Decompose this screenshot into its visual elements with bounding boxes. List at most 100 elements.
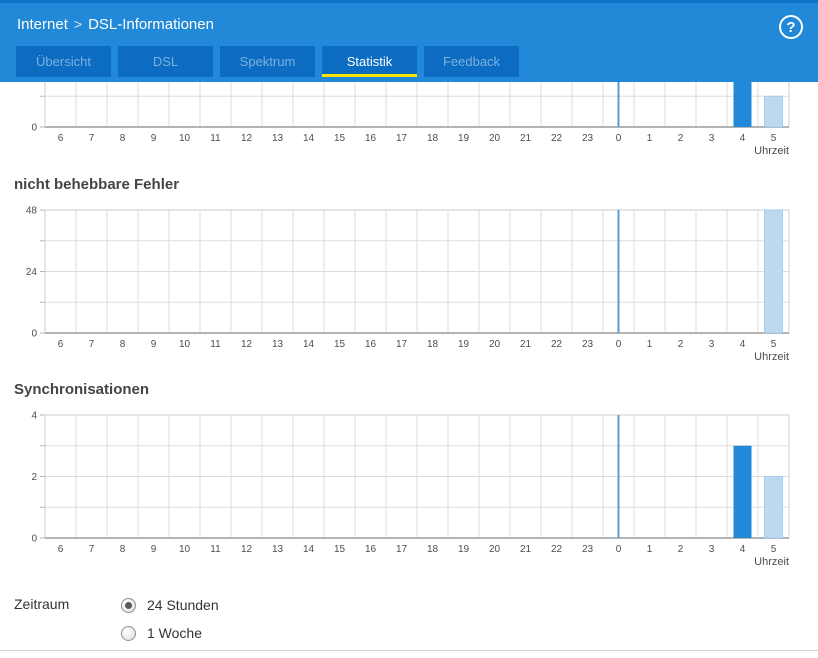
tab-statistik[interactable]: Statistik (322, 46, 417, 77)
y-tick-label: 48 (26, 206, 38, 217)
x-tick-label: 7 (89, 133, 95, 144)
tab-feedback[interactable]: Feedback (424, 46, 519, 77)
x-tick-label: 8 (120, 339, 126, 350)
x-tick-label: 20 (489, 133, 501, 144)
bar-hour-5 (765, 210, 783, 333)
x-tick-label: 12 (241, 544, 253, 555)
page: 0244867891011121314151617181920212223012… (0, 0, 818, 658)
x-tick-label: 14 (303, 544, 315, 555)
x-tick-label: 16 (365, 339, 377, 350)
x-tick-label: 21 (520, 544, 532, 555)
x-tick-label: 7 (89, 339, 95, 350)
x-tick-label: 15 (334, 544, 346, 555)
x-tick-label: 14 (303, 133, 315, 144)
x-tick-label: 2 (678, 133, 684, 144)
separator (0, 650, 818, 651)
breadcrumb-page: DSL-Informationen (88, 16, 214, 33)
x-tick-label: 20 (489, 544, 501, 555)
x-tick-label: 4 (740, 133, 746, 144)
x-tick-label: 19 (458, 133, 470, 144)
x-tick-label: 1 (647, 544, 653, 555)
x-axis-caption: Uhrzeit (754, 145, 789, 157)
x-tick-label: 10 (179, 133, 191, 144)
breadcrumb-separator: > (68, 16, 88, 32)
y-tick-label: 2 (31, 472, 37, 483)
y-tick-label: 0 (31, 329, 37, 340)
y-tick-label: 4 (31, 411, 37, 422)
x-tick-label: 12 (241, 339, 253, 350)
x-tick-label: 15 (334, 133, 346, 144)
x-tick-label: 17 (396, 133, 408, 144)
radio-option-24-stunden[interactable]: 24 Stunden (121, 597, 219, 613)
x-tick-label: 2 (678, 339, 684, 350)
x-tick-label: 4 (740, 544, 746, 555)
chart-plot: 0244867891011121314151617181920212223012… (0, 200, 818, 368)
bar-hour-5 (765, 96, 783, 127)
chart-errors-uncorrectable: 0244867891011121314151617181920212223012… (0, 200, 818, 373)
x-tick-label: 6 (58, 339, 64, 350)
x-tick-label: 11 (210, 544, 221, 555)
chart-title: Synchronisationen (14, 381, 149, 398)
y-tick-label: 24 (26, 267, 38, 278)
tab-spektrum[interactable]: Spektrum (220, 46, 315, 77)
x-tick-label: 18 (427, 339, 439, 350)
x-tick-label: 0 (616, 339, 622, 350)
x-tick-label: 9 (151, 339, 157, 350)
radio-option-label: 1 Woche (147, 625, 202, 641)
x-tick-label: 5 (771, 133, 777, 144)
x-tick-label: 23 (582, 544, 594, 555)
x-tick-label: 14 (303, 339, 315, 350)
x-tick-label: 22 (551, 544, 563, 555)
x-tick-label: 13 (272, 133, 284, 144)
x-tick-label: 16 (365, 133, 377, 144)
radio-option-1-woche[interactable]: 1 Woche (121, 625, 202, 641)
radio-option-label: 24 Stunden (147, 597, 219, 613)
x-tick-label: 13 (272, 339, 284, 350)
x-tick-label: 21 (520, 133, 532, 144)
radio-unselected-icon[interactable] (121, 626, 136, 641)
tab-dsl[interactable]: DSL (118, 46, 213, 77)
x-tick-label: 22 (551, 339, 563, 350)
content-area: 0244867891011121314151617181920212223012… (0, 0, 818, 658)
x-tick-label: 4 (740, 339, 746, 350)
x-tick-label: 0 (616, 133, 622, 144)
x-tick-label: 20 (489, 339, 501, 350)
x-tick-label: 9 (151, 133, 157, 144)
x-tick-label: 18 (427, 133, 439, 144)
question-mark-icon: ? (786, 19, 795, 36)
x-tick-label: 18 (427, 544, 439, 555)
x-tick-label: 8 (120, 133, 126, 144)
x-tick-label: 10 (179, 544, 191, 555)
zeitraum-label: Zeitraum (14, 596, 69, 612)
x-tick-label: 16 (365, 544, 377, 555)
x-tick-label: 12 (241, 133, 253, 144)
bar-hour-4 (734, 446, 752, 538)
x-tick-label: 17 (396, 339, 408, 350)
x-tick-label: 23 (582, 339, 594, 350)
x-tick-label: 7 (89, 544, 95, 555)
x-tick-label: 1 (647, 339, 653, 350)
x-tick-label: 3 (709, 339, 715, 350)
help-button[interactable]: ? (779, 15, 803, 39)
x-tick-label: 21 (520, 339, 532, 350)
y-tick-label: 0 (31, 534, 37, 545)
chart-plot: 0246789101112131415161718192021222301234… (0, 405, 818, 573)
x-tick-label: 19 (458, 339, 470, 350)
x-tick-label: 2 (678, 544, 684, 555)
x-tick-label: 17 (396, 544, 408, 555)
x-tick-label: 6 (58, 133, 64, 144)
x-tick-label: 0 (616, 544, 622, 555)
x-tick-label: 5 (771, 339, 777, 350)
x-tick-label: 10 (179, 339, 191, 350)
x-axis-caption: Uhrzeit (754, 556, 789, 568)
x-tick-label: 23 (582, 133, 594, 144)
chart-title: nicht behebbare Fehler (14, 176, 179, 193)
breadcrumb: Internet>DSL-Informationen (17, 16, 214, 33)
radio-selected-icon[interactable] (121, 598, 136, 613)
breadcrumb-section[interactable]: Internet (17, 16, 68, 33)
chart-synchronisations: 0246789101112131415161718192021222301234… (0, 405, 818, 578)
x-tick-label: 1 (647, 133, 653, 144)
x-tick-label: 6 (58, 544, 64, 555)
tab-ubersicht[interactable]: Übersicht (16, 46, 111, 77)
x-tick-label: 19 (458, 544, 470, 555)
